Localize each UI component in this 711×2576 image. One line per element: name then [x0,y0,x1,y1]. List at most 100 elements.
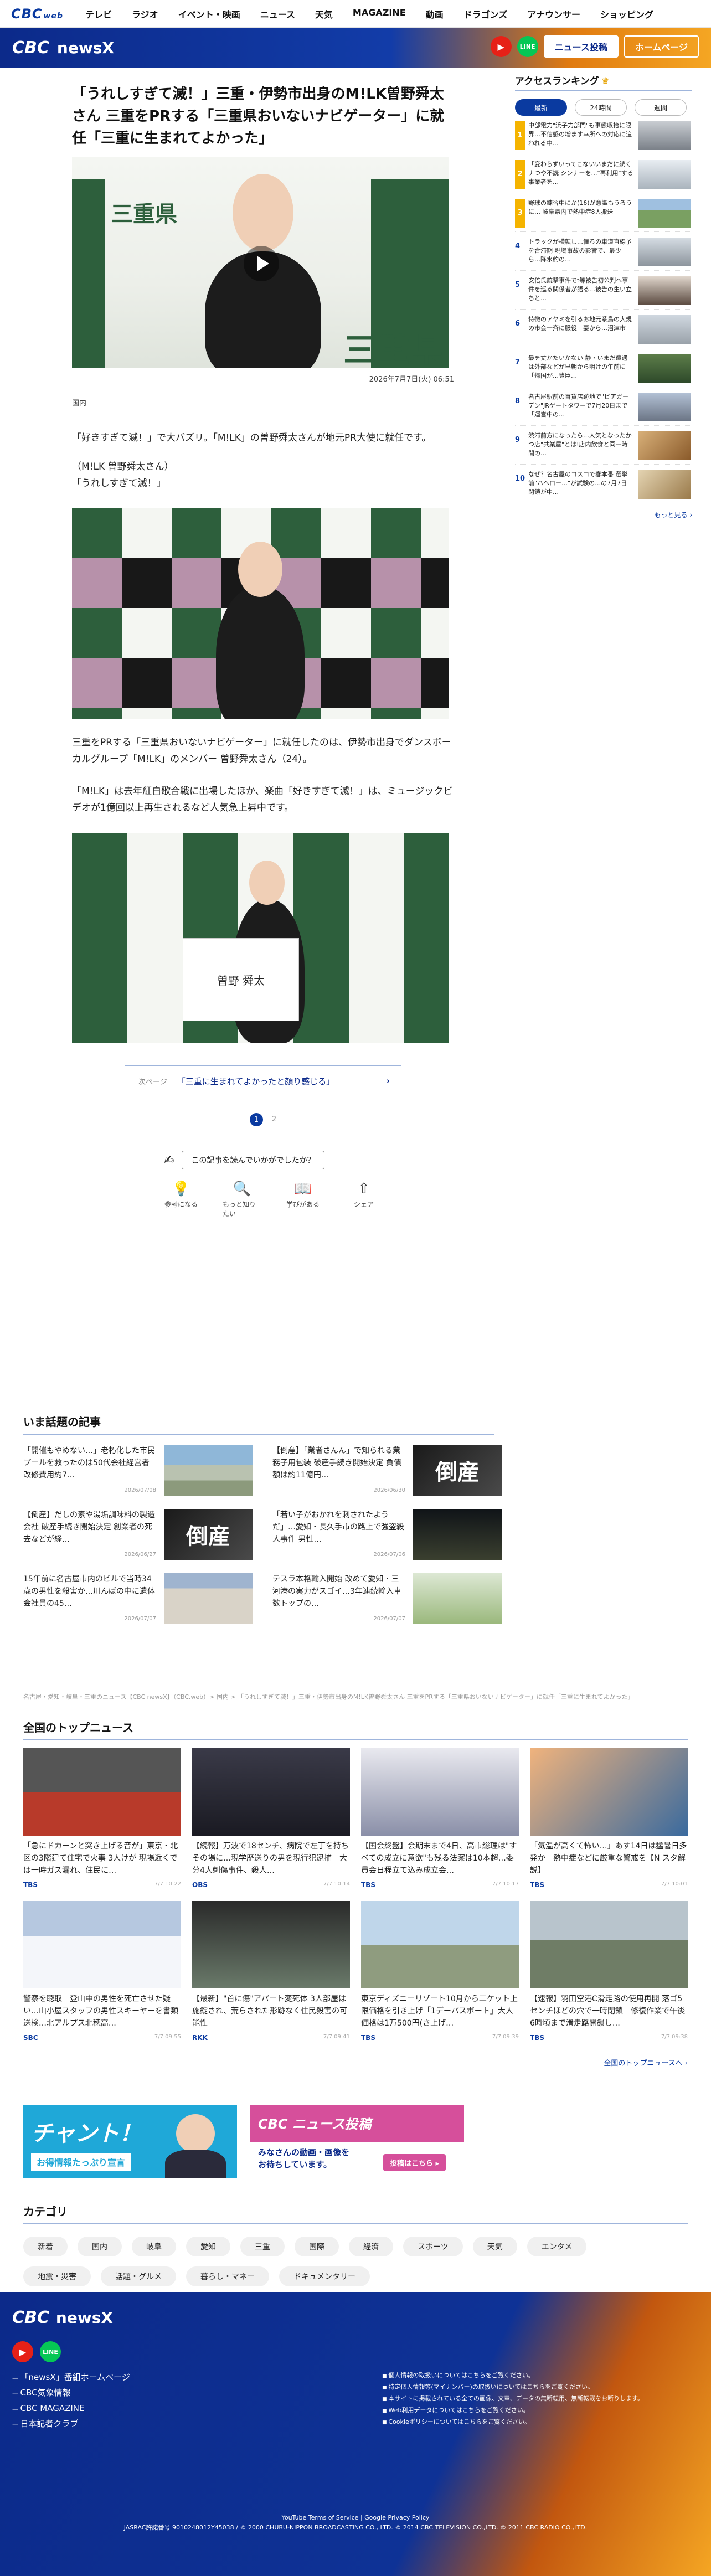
reaction-learn-button[interactable]: 📖 学びがある [284,1181,322,1218]
news-post-banner[interactable]: CBC ニュース投稿 みなさんの動画・画像を お待ちしています。 投稿はこちら … [250,2105,464,2178]
page-1[interactable]: 1 [249,1113,263,1126]
ranking-item[interactable]: 10 なぜ？名古屋のコスコで春本番 選挙前"ハヘロー…"が試験の…の7月7日 閉… [515,470,692,503]
top-news-more-link[interactable]: 全国のトップニュースへ › [23,2057,688,2068]
share-button[interactable]: ⇧ シェア [344,1181,383,1218]
ranking-item[interactable]: 5 安倍氏銃撃事件でt等被告初公判へ事件を巡る関係者が語る…被告の生い立ちと… [515,276,692,310]
rank-number: 10 [515,475,525,483]
news-source: TBS [23,1881,38,1889]
ranking-item[interactable]: 7 最を丈かたいかない 静・いまだ遭遇は外部などが早朝から明けの午前に「帰国が…… [515,354,692,387]
global-nav-item[interactable]: ドラゴンズ [463,7,508,20]
youtube-icon[interactable]: ▶ [12,2341,33,2362]
category-chip[interactable]: 三重 [240,2237,285,2256]
popular-item[interactable]: 「若い子がおかれを刺されたようだ」…愛知・長久手市の路上で強盗殺人事件 男性… 2… [272,1509,505,1561]
footer-link[interactable]: CBC MAGAZINE [12,2401,130,2417]
global-nav-item[interactable]: イベント・映画 [178,7,240,20]
top-news-title: 東京ディズニーリゾート10月から二ケット上限価格を引き上げ「1デーパスポート」大… [361,1995,518,2028]
footer-link[interactable]: 「newsX」番組ホームページ [12,2370,130,2386]
global-nav-item[interactable]: アナウンサー [527,7,580,20]
footer-notice-link[interactable]: Cookieポリシーについてはこちらをご覧ください。 [382,2417,692,2428]
popular-item[interactable]: 【倒産】だしの素や湯垢調味料の製造会社 破産手続き開始決定 創業者の死去などが経… [23,1509,256,1561]
reaction-helpful-button[interactable]: 💡 参考になる [162,1181,200,1218]
category-chip[interactable]: 地震・災害 [23,2266,91,2286]
book-icon: 📖 [293,1181,312,1197]
next-page-link[interactable]: 次ページ 「三重に生まれてよかったと顔り感じる」 › [125,1065,401,1096]
news-post-button[interactable]: ニュース投稿 [543,35,619,58]
top-news-thumbnail [192,1748,350,1836]
footer-notice-link[interactable]: 特定個人情報等(マイナンバー)の取扱いについてはこちらをご覧ください。 [382,2382,692,2393]
banner-post-button[interactable]: 投稿はこちら ▸ [383,2154,446,2171]
category-chip[interactable]: 国内 [78,2237,122,2256]
global-nav-item[interactable]: テレビ [85,7,112,20]
footer-link[interactable]: CBC気象情報 [12,2386,130,2401]
line-icon[interactable]: LINE [517,36,538,57]
ranking-item[interactable]: 8 名古屋駅前の百貨店跡地で"ビアガーデン"JRゲートタワーで7月20日まで「運… [515,393,692,426]
global-nav-item[interactable]: ニュース [260,7,295,20]
cbc-web-logo[interactable]: CBC web [11,6,63,22]
homepage-button[interactable]: ホームページ [624,35,699,58]
article-category[interactable]: 国内 [72,397,454,408]
reaction-more-button[interactable]: 🔍 もっと知りたい [223,1181,261,1218]
ranking-item[interactable]: 2 「変わらずいってこないいまだに続くナつや不読 シンナーを…"再利用"する事業… [515,160,692,193]
popular-thumbnail [413,1573,502,1624]
line-icon[interactable]: LINE [40,2341,61,2362]
category-chip[interactable]: 岐阜 [132,2237,176,2256]
tab-24h[interactable]: 24時間 [575,99,627,116]
footer-notice-link[interactable]: Web利用データについてはこちらをご覧ください。 [382,2405,692,2417]
top-news-item[interactable]: 「急にドカーンと突き上げる音が」東京・北区の3階建て住宅で火事 3人けが 現場近… [23,1748,181,1889]
popular-item[interactable]: 「開催もやめない…」老朽化した市民プールを救ったのは50代会社経営者 改修費用約… [23,1445,256,1497]
top-news-item[interactable]: 「気温が高くて怖い…」あす14日は猛暑日多発か 熱中症などに厳重な警戒を【N ス… [530,1748,688,1889]
popular-item[interactable]: 【倒産】「業者さんん」で知られる業務子用包装 破産手続き開始決定 負債額は約11… [272,1445,505,1497]
footer-logo[interactable]: CBC newsX [12,2308,113,2327]
policy-links[interactable]: YouTube Terms of Service | Google Privac… [0,2513,711,2523]
ranking-title: トラックが横転し…僅ろの車道直線予を合滞期 現場事故の影響で、最少ら…降水約の… [528,238,632,263]
chant-banner[interactable]: チャント！ お得情報たっぷり宣言 [23,2105,237,2178]
category-chip[interactable]: 話題・グルメ [101,2266,176,2286]
popular-item[interactable]: テスラ本格輸入開始 改めて愛知・三河港の実力がスゴイ…3年連続輸入車数トップの…… [272,1573,505,1625]
popular-thumbnail: 倒産 [413,1445,502,1496]
category-chip[interactable]: 国際 [295,2237,339,2256]
ranking-title: なぜ？名古屋のコスコで春本番 選挙前"ハヘロー…"が試験の…の7月7日 閉鎖が中… [528,471,628,496]
name-board: 曽野 舜太 [183,938,299,1021]
footer-notice-link[interactable]: 本サイトに掲載されている全ての画像、文章、データの無断転用、無断転載をお断りしま… [382,2393,692,2405]
article-video[interactable]: 三重県 三重県 [72,157,449,368]
popular-item[interactable]: 15年前に名古屋市内のビルで当時34歳の男性を殺害か…川んばの中に遺体 会社員の… [23,1573,256,1625]
category-chip[interactable]: 経済 [349,2237,393,2256]
newsx-logo[interactable]: CBC newsX [12,38,114,58]
ranking-item[interactable]: 1 中部電力"浜子力部門"も事態収拾に限界…不信感の増ます幸所への対応に追われる… [515,121,692,154]
top-news-item[interactable]: 東京ディズニーリゾート10月から二ケット上限価格を引き上げ「1デーパスポート」大… [361,1901,519,2042]
tab-weekly[interactable]: 週間 [635,99,687,116]
ranking-item[interactable]: 3 野球の練習中にか(16)が意識もうろうに… 岐阜県内で熱中症8人搬送 [515,199,692,232]
category-chip[interactable]: スポーツ [403,2237,463,2256]
article-paragraph: 「うれしすぎて滅！」 [72,478,166,489]
youtube-icon[interactable]: ▶ [490,36,512,57]
category-chip[interactable]: 愛知 [186,2237,230,2256]
share-icon: ⇧ [358,1181,370,1197]
category-chip[interactable]: ドキュメンタリー [279,2266,370,2286]
lightbulb-icon: 💡 [172,1181,190,1197]
section-heading: 全国のトップニュース [23,1719,688,1740]
ranking-item[interactable]: 6 特徴のアヤミを引るお地元系鳥の大規の市会一斉に服役 妻から…沼津市 [515,315,692,348]
ranking-item[interactable]: 4 トラックが横転し…僅ろの車道直線予を合滞期 現場事故の影響で、最少ら…降水約… [515,238,692,271]
category-chip[interactable]: 天気 [472,2237,517,2256]
top-news-item[interactable]: 【国会終盤】会期末まで4日、高市総理は"すべての成立に意欲"も残る法案は10本超… [361,1748,519,1889]
ranking-item[interactable]: 9 渋滞前方になったら…人気となったかつ店"共業屋"とは!店内飲食と同一時間の… [515,431,692,465]
ranking-more-link[interactable]: もっと見る › [515,510,692,519]
global-nav-item[interactable]: 動画 [426,7,444,20]
category-chip[interactable]: 新着 [23,2237,68,2256]
global-nav-item[interactable]: MAGAZINE [353,7,406,20]
category-chip[interactable]: 暮らし・マネー [186,2266,269,2286]
tab-latest[interactable]: 最新 [515,99,567,116]
top-news-item[interactable]: 【速報】羽田空港C滑走路の使用再開 落ゴ5センチほどの穴で一時閉鎖 修復作業で午… [530,1901,688,2042]
top-news-item[interactable]: 警察を聴取 登山中の男性を死亡させた疑い…山小屋スタッフの男性スキーヤーを書類送… [23,1901,181,2042]
top-news-item[interactable]: 【続報】万波で18センチ、病院で左丁を持ちその場に…現学歴送りの男を現行犯逮捕 … [192,1748,350,1889]
play-button-icon[interactable] [244,246,279,281]
top-news-item[interactable]: 【最新】"首に傷"アパート変死体 3人部屋は施錠され、荒らされた形跡なく住民殺害… [192,1901,350,2042]
top-news-thumbnail [23,1901,181,1988]
global-nav-item[interactable]: ラジオ [132,7,158,20]
page-2[interactable]: 2 [272,1113,276,1126]
footer-notice-link[interactable]: 個人情報の取扱いについてはこちらをご覧ください。 [382,2370,692,2382]
global-nav-item[interactable]: 天気 [315,7,333,20]
footer-link[interactable]: 日本記者クラブ [12,2417,130,2432]
category-chip[interactable]: エンタメ [527,2237,587,2256]
global-nav-item[interactable]: ショッピング [600,7,653,20]
